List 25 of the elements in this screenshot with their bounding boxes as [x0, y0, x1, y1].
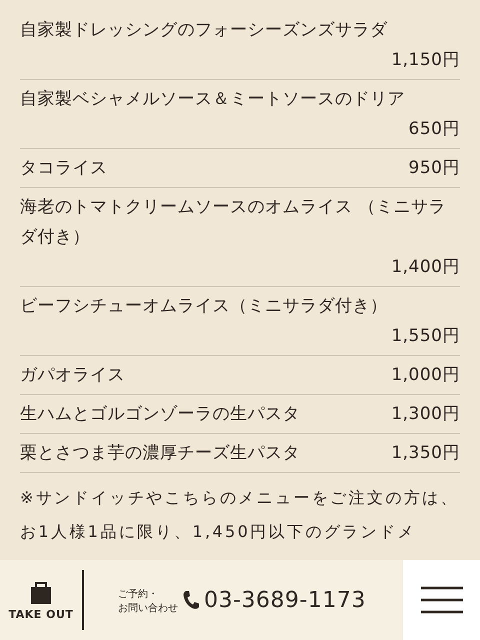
menu-icon: [420, 586, 462, 614]
menu-item-name: 自家製ベシャメルソース＆ミートソースのドリア: [20, 88, 406, 111]
menu-item-price: 650円: [408, 118, 460, 141]
menu-item-name: 自家製ドレッシングのフォーシーズンズサラダ: [20, 19, 388, 42]
note-text: ※サンドイッチやこちらのメニューをご注文の方は、お1人様1品に限り、1,450円以下のグランドメ: [20, 487, 460, 543]
menu-item-name: 生ハムとゴルゴンゾーラの生パスタ: [20, 403, 300, 426]
menu-item-price: 1,300円: [391, 403, 460, 426]
menu-item-name: ガパオライス: [20, 364, 125, 387]
menu-item-name: タコライス: [20, 157, 108, 180]
bag-icon: [30, 580, 52, 604]
menu-button[interactable]: [403, 560, 480, 640]
menu-item-price: 1,400円: [391, 256, 460, 279]
takeout-button[interactable]: TAKE OUT: [0, 570, 84, 630]
contact-label: ご予約・: [118, 588, 159, 602]
phone-link[interactable]: ご予約・ お問い合わせ 03-3689-1173: [84, 560, 403, 640]
menu-item-price: 950円: [408, 157, 460, 180]
phone-icon: [182, 590, 200, 610]
menu-item-price: 1,150円: [391, 49, 460, 72]
menu-item-name: ビーフシチューオムライス（ミニサラダ付き）: [20, 295, 388, 318]
menu-item-name: 海老のトマトクリームソースのオムライス （ミニサラダ付き）: [20, 196, 447, 249]
menu-item-name: 栗とさつま芋の濃厚チーズ生パスタ: [20, 442, 300, 465]
contact-label: お問い合わせ: [118, 602, 178, 616]
menu-item-price: 1,000円: [391, 364, 460, 387]
menu-item-price: 1,350円: [391, 442, 460, 465]
menu-item-price: 1,550円: [391, 325, 460, 348]
